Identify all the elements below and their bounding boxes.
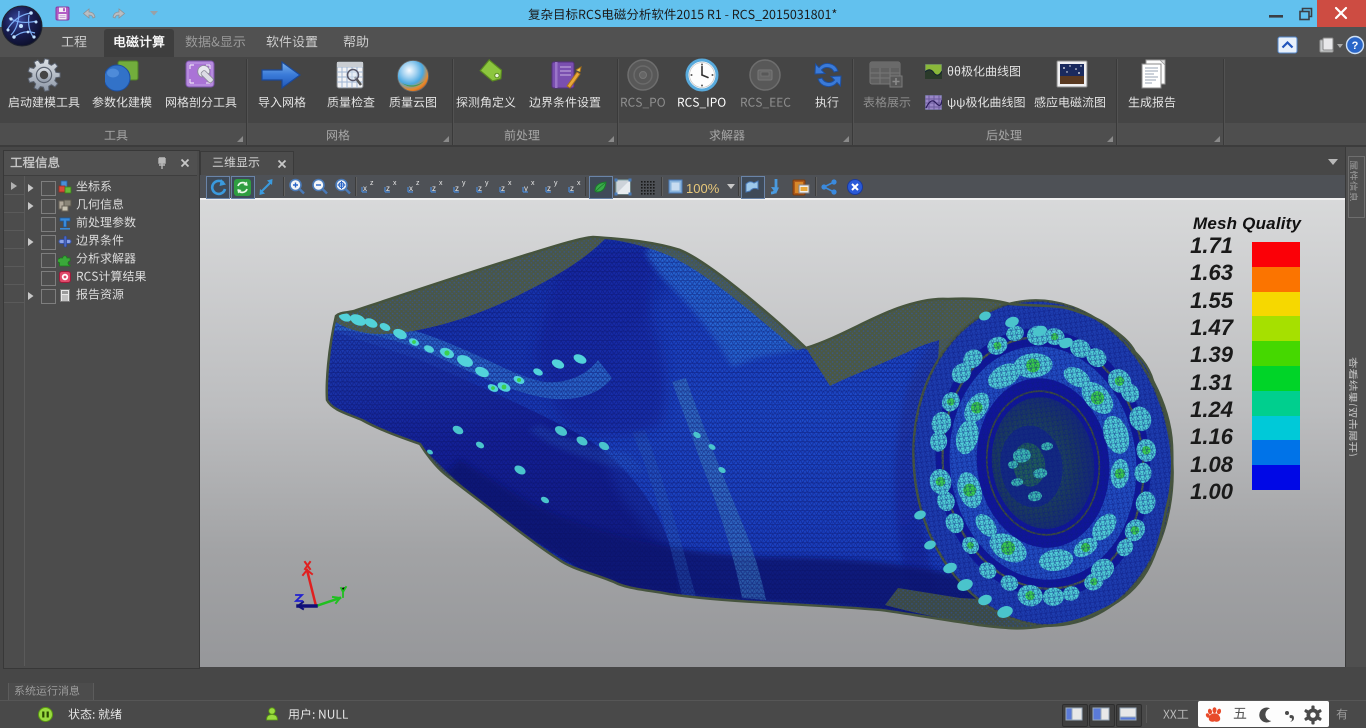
svg-text:?: ? xyxy=(1352,40,1359,52)
svg-text:x: x xyxy=(508,180,512,187)
svg-text:y: y xyxy=(554,180,558,187)
svg-text:z: z xyxy=(416,180,420,187)
svg-text:y: y xyxy=(462,180,466,187)
svg-text:y: y xyxy=(485,180,489,187)
svg-text:x: x xyxy=(531,180,535,187)
svg-text:x: x xyxy=(393,180,397,187)
svg-text:x: x xyxy=(577,180,581,187)
svg-text:z: z xyxy=(370,180,374,187)
svg-text:x: x xyxy=(439,180,443,187)
